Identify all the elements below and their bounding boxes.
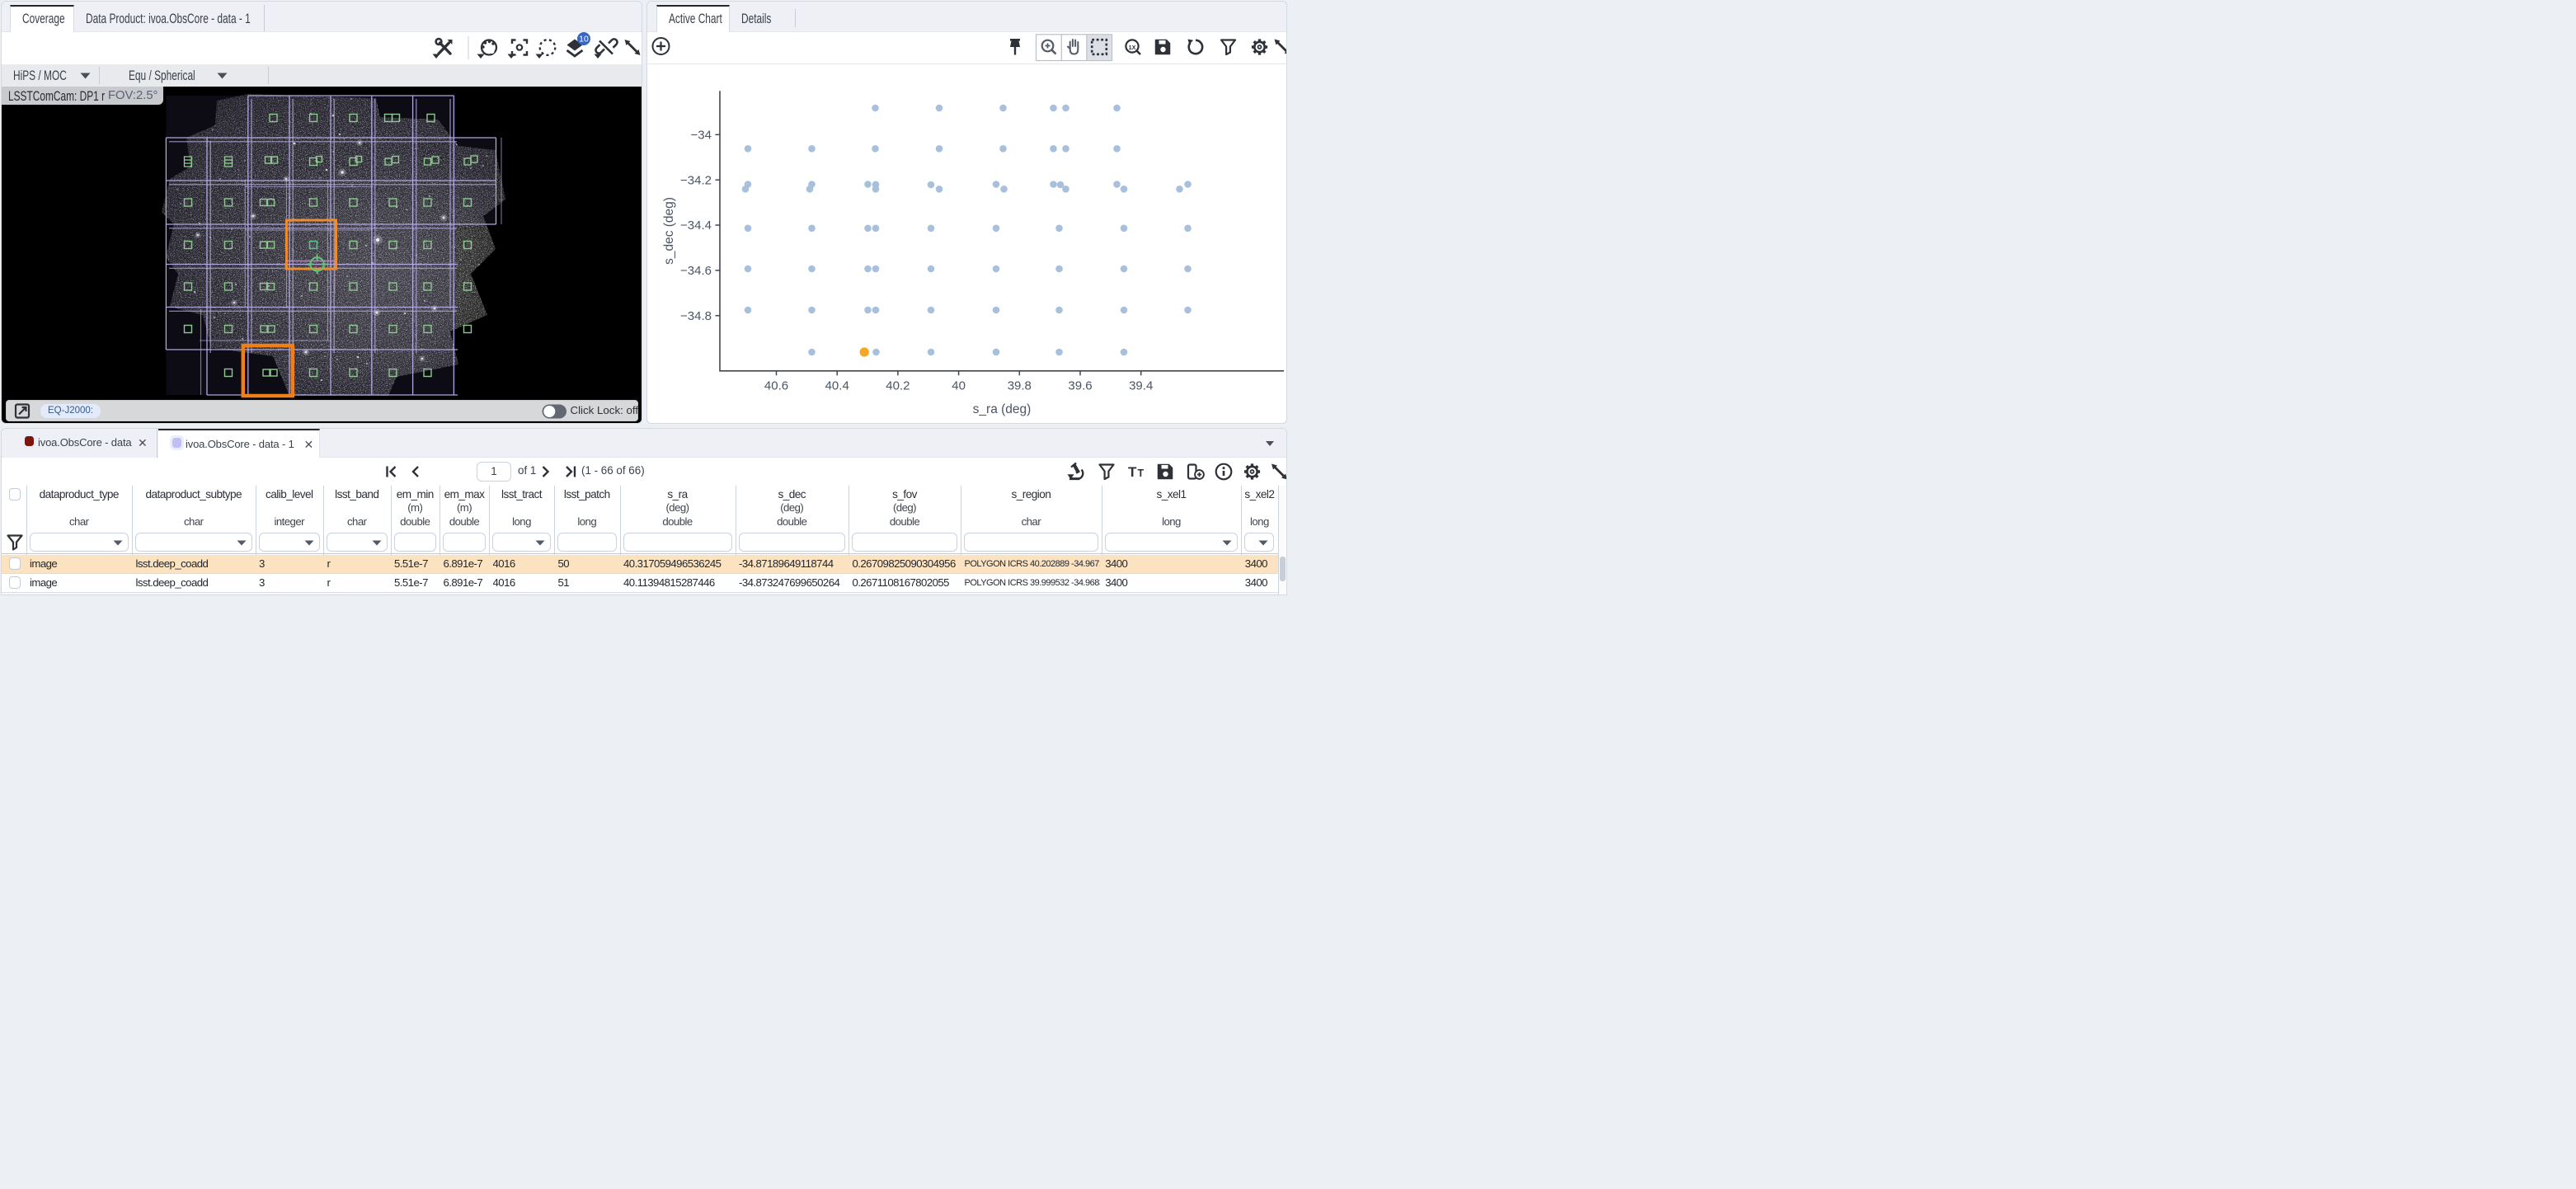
svg-text:40.4: 40.4: [825, 379, 849, 393]
svg-text:40.6: 40.6: [764, 379, 788, 393]
svg-text:40.2: 40.2: [886, 379, 910, 393]
svg-text:−34.8: −34.8: [680, 309, 712, 323]
svg-text:−34.6: −34.6: [680, 264, 712, 278]
svg-text:−34.2: −34.2: [680, 173, 712, 187]
svg-text:−34: −34: [691, 129, 712, 143]
svg-text:39.6: 39.6: [1068, 379, 1092, 393]
svg-text:T: T: [1138, 468, 1145, 479]
svg-text:T: T: [1128, 464, 1137, 480]
svg-text:39.4: 39.4: [1129, 379, 1153, 393]
svg-text:39.8: 39.8: [1008, 379, 1032, 393]
svg-text:−34.4: −34.4: [680, 219, 712, 233]
svg-text:40: 40: [952, 379, 966, 393]
svg-text:s_dec (deg): s_dec (deg): [662, 197, 676, 265]
svg-text:s_ra (deg): s_ra (deg): [973, 402, 1032, 416]
svg-text:10: 10: [579, 35, 589, 45]
svg-text:1X: 1X: [1129, 44, 1136, 51]
